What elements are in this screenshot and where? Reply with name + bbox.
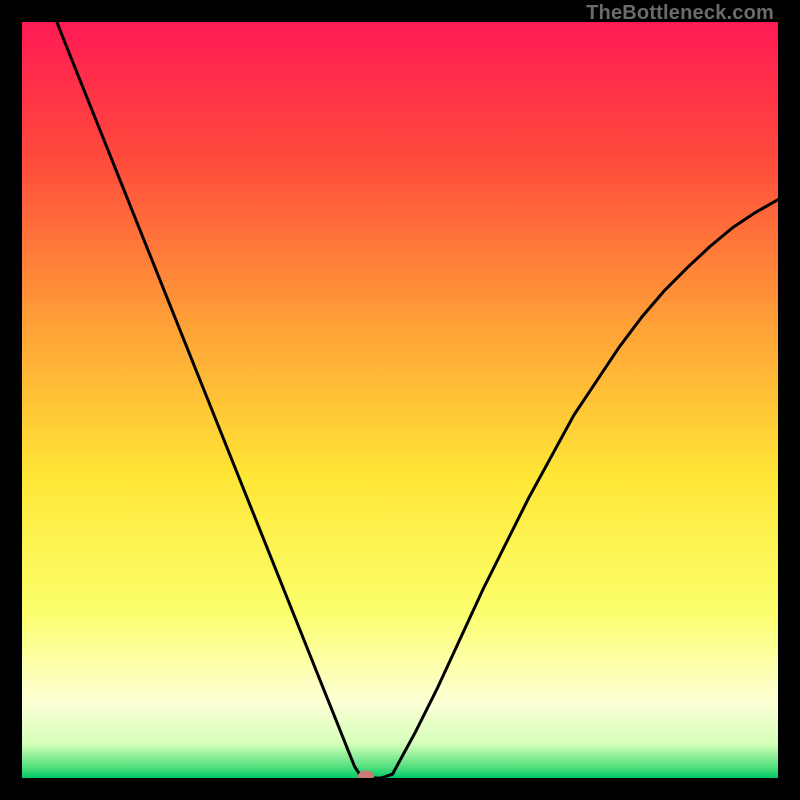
chart-svg [22,22,778,778]
chart-frame [22,22,778,778]
gradient-background [22,22,778,778]
watermark-text: TheBottleneck.com [586,2,774,25]
